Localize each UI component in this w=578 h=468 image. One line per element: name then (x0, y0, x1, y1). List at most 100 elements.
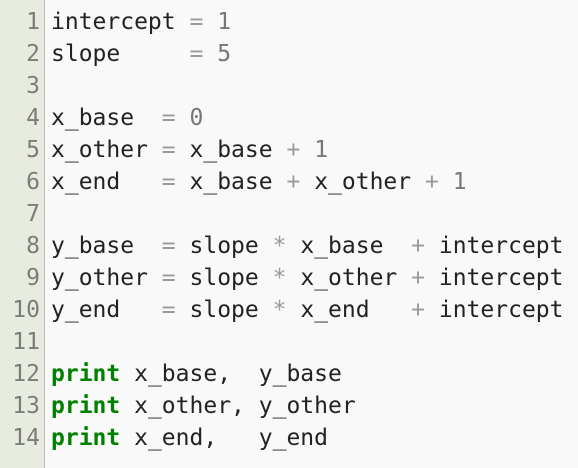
code-lines[interactable]: 1 intercept = 1 2 slope = 5 3 4 x_base = 0 5 x_o… (0, 6, 578, 454)
code-line[interactable]: 4 x_base = 0 (0, 102, 578, 134)
line-number: 6 (26, 169, 40, 195)
line-number: 13 (12, 393, 40, 419)
identifier-token: x_other (51, 137, 148, 163)
line-code: intercept = 1 (51, 6, 231, 38)
keyword-token: print (51, 361, 121, 387)
identifier-token: intercept (438, 265, 564, 291)
line-code: x_other = x_base + 1 (51, 134, 328, 166)
operator-token: = (161, 169, 176, 195)
identifier-token: y_base (51, 233, 135, 259)
operator-token: = (189, 41, 204, 67)
code-line[interactable]: 3 (0, 70, 578, 102)
number-token: 1 (217, 9, 232, 35)
code-line[interactable]: 7 (0, 198, 578, 230)
identifier-token: y_base (258, 361, 342, 387)
identifier-token: x_base (51, 105, 135, 131)
line-code: y_base = slope * x_base + intercept (51, 230, 563, 262)
line-code: print x_end, y_end (51, 422, 328, 454)
identifier-token: x_end (51, 169, 121, 195)
code-line[interactable]: 13 print x_other, y_other (0, 390, 578, 422)
code-line[interactable]: 5 x_other = x_base + 1 (0, 134, 578, 166)
code-editor[interactable]: 1 intercept = 1 2 slope = 5 3 4 x_base = 0 5 x_o… (0, 0, 578, 468)
identifier-token: x_end (300, 297, 370, 323)
operator-token: + (286, 169, 301, 195)
identifier-token: y_end (258, 425, 328, 451)
identifier-token: slope (51, 41, 121, 67)
number-token: 1 (452, 169, 467, 195)
operator-token: * (272, 265, 287, 291)
operator-token: = (161, 137, 176, 163)
code-line[interactable]: 6 x_end = x_base + x_other + 1 (0, 166, 578, 198)
identifier-token: y_other (51, 265, 148, 291)
number-token: 0 (189, 105, 204, 131)
line-number: 4 (26, 105, 40, 131)
operator-token: = (161, 265, 176, 291)
identifier-token: y_end (51, 297, 121, 323)
line-number: 1 (26, 9, 40, 35)
identifier-token: slope (189, 233, 259, 259)
line-number: 8 (26, 233, 40, 259)
line-number: 14 (12, 425, 40, 451)
line-code: print x_other, y_other (51, 390, 356, 422)
line-number: 7 (26, 201, 40, 227)
operator-token: = (161, 297, 176, 323)
operator-token: * (272, 297, 287, 323)
line-number: 9 (26, 265, 40, 291)
operator-token: = (161, 105, 176, 131)
identifier-token: x_base (189, 169, 273, 195)
keyword-token: print (51, 425, 121, 451)
operator-token: = (189, 9, 204, 35)
identifier-token: intercept (51, 9, 176, 35)
line-code: x_base = 0 (51, 102, 203, 134)
code-line[interactable]: 1 intercept = 1 (0, 6, 578, 38)
identifier-token: intercept (438, 233, 564, 259)
code-line[interactable]: 8 y_base = slope * x_base + intercept (0, 230, 578, 262)
line-code: print x_base, y_base (51, 358, 342, 390)
code-line[interactable]: 12 print x_base, y_base (0, 358, 578, 390)
line-code: y_other = slope * x_other + intercept (51, 262, 563, 294)
line-code: y_end = slope * x_end + intercept (51, 294, 563, 326)
operator-token: + (411, 265, 425, 291)
identifier-token: x_base (300, 233, 384, 259)
code-line[interactable]: 14 print x_end, y_end (0, 422, 578, 454)
keyword-token: print (51, 393, 121, 419)
operator-token: + (286, 137, 301, 163)
code-line[interactable]: 10 y_end = slope * x_end + intercept (0, 294, 578, 326)
line-number: 12 (12, 361, 40, 387)
operator-token: + (424, 169, 439, 195)
code-line[interactable]: 2 slope = 5 (0, 38, 578, 70)
line-number: 10 (12, 297, 40, 323)
code-line[interactable]: 11 (0, 326, 578, 358)
identifier-token: x_other, (134, 393, 245, 419)
identifier-token: x_base (189, 137, 273, 163)
line-number: 5 (26, 137, 40, 163)
code-line[interactable]: 9 y_other = slope * x_other + intercept (0, 262, 578, 294)
identifier-token: intercept (438, 297, 564, 323)
number-token: 5 (217, 41, 232, 67)
operator-token: + (411, 297, 425, 323)
